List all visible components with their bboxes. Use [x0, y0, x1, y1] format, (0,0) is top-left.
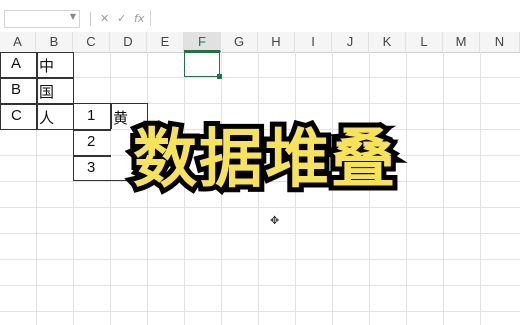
col-header-G[interactable]: G [221, 32, 258, 52]
row-line [0, 311, 520, 312]
col-header-F[interactable]: F [184, 32, 221, 52]
table-border-ab-row [0, 77, 74, 79]
col-header-K[interactable]: K [369, 32, 406, 52]
row-line [0, 285, 520, 286]
cell-C3[interactable]: 1 [87, 107, 95, 124]
cell-B1[interactable]: 中 [39, 55, 54, 76]
col-line [443, 52, 444, 325]
cell-A2[interactable]: B [11, 81, 21, 98]
formula-input[interactable] [150, 10, 517, 26]
selected-cell-F1[interactable] [184, 52, 220, 77]
col-header-D[interactable]: D [110, 32, 147, 52]
row-line [0, 77, 520, 78]
formula-bar: ▼ ✕ ✓ fx [0, 0, 520, 32]
cell-C5[interactable]: 3 [87, 159, 95, 176]
cell-B3[interactable]: 人 [39, 107, 54, 128]
col-line [480, 52, 481, 325]
col-header-I[interactable]: I [295, 32, 332, 52]
name-box[interactable]: ▼ [4, 10, 80, 28]
chevron-down-icon[interactable]: ▼ [70, 12, 76, 21]
col-header-J[interactable]: J [332, 32, 369, 52]
col-header-B[interactable]: B [36, 32, 73, 52]
col-header-N[interactable]: N [480, 32, 520, 52]
col-header-C[interactable]: C [73, 32, 110, 52]
formula-bar-separator [90, 12, 91, 26]
fill-handle[interactable] [217, 74, 222, 79]
row-line [0, 259, 520, 260]
cancel-icon[interactable]: ✕ [100, 12, 109, 25]
table-border-ab-divider [36, 52, 38, 130]
cell-C4[interactable]: 2 [87, 133, 95, 150]
overlay-title: 数据堆叠 [128, 118, 400, 202]
cell-B2[interactable]: 国 [39, 81, 54, 102]
col-header-M[interactable]: M [443, 32, 480, 52]
confirm-icon[interactable]: ✓ [117, 12, 126, 25]
col-header-L[interactable]: L [406, 32, 443, 52]
col-header-E[interactable]: E [147, 32, 184, 52]
row-line [0, 233, 520, 234]
cell-A3[interactable]: C [11, 107, 22, 124]
table-border-ab-row [0, 103, 74, 105]
cell-cursor-icon: ✥ [270, 214, 280, 227]
column-header-row: A B C D E F G H I J K L M N [0, 32, 520, 53]
col-header-H[interactable]: H [258, 32, 295, 52]
cell-A1[interactable]: A [11, 55, 21, 72]
col-header-A[interactable]: A [0, 32, 36, 52]
fx-icon[interactable]: fx [134, 12, 144, 25]
